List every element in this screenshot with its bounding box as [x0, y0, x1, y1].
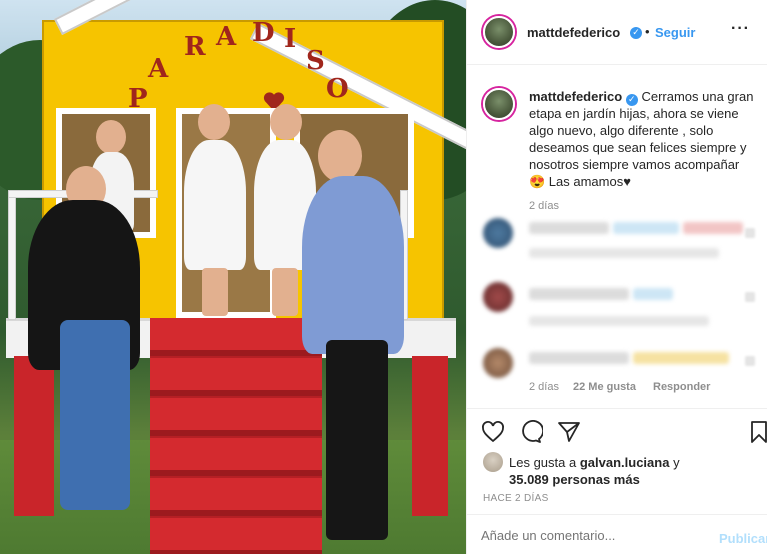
share-icon[interactable] — [557, 420, 581, 444]
comment-icon[interactable] — [519, 420, 543, 444]
post-photo[interactable]: P A R A D I S O — [0, 0, 466, 554]
comment-meta-blurred — [529, 316, 709, 326]
stair-step — [150, 518, 322, 554]
person-head — [318, 130, 362, 182]
child-figure — [184, 140, 246, 270]
stair-step — [150, 438, 322, 476]
sign-letter: A — [148, 54, 169, 84]
verified-badge-icon: ✓ — [630, 27, 642, 39]
comment-text-blurred — [529, 352, 629, 364]
man-figure — [302, 176, 404, 354]
stair-step — [150, 398, 322, 436]
sign-letter: S — [306, 46, 325, 76]
liker-username[interactable]: galvan.luciana — [580, 455, 670, 470]
caption-time: 2 días — [529, 200, 559, 212]
caption-avatar[interactable] — [483, 88, 515, 120]
person-head — [270, 104, 302, 140]
comment-avatar[interactable] — [483, 218, 513, 248]
verified-badge-icon: ✓ — [625, 94, 638, 106]
comment-likes[interactable]: 22 Me gusta — [573, 381, 636, 393]
comment-time: 2 días — [529, 381, 559, 393]
roof-trim-left — [53, 0, 285, 36]
bookmark-icon[interactable] — [747, 420, 767, 444]
comment-text-blurred — [633, 288, 673, 300]
caption-text: Cerramos una gran etapa en jardín hijas,… — [529, 89, 754, 189]
sign-letter: O — [326, 74, 349, 104]
porch-rail — [8, 190, 16, 320]
more-options-icon[interactable]: ··· — [731, 20, 750, 38]
comment-text-blurred — [633, 352, 729, 364]
comment-text-blurred — [683, 222, 743, 234]
stair-step — [150, 358, 322, 396]
post-side-panel: mattdefederico ✓ • Seguir ··· mattdefede… — [466, 0, 767, 554]
comment-like-icon[interactable] — [745, 292, 755, 302]
reply-link[interactable]: Responder — [653, 381, 710, 393]
comment-avatar[interactable] — [483, 348, 513, 378]
support-post — [14, 356, 54, 516]
sign-letter: R — [184, 32, 206, 62]
comment-meta-blurred — [529, 248, 719, 258]
comment-text-blurred — [529, 222, 609, 234]
person-head — [96, 120, 126, 154]
comment-like-icon[interactable] — [745, 228, 755, 238]
stairs — [150, 318, 322, 554]
child-legs — [272, 268, 298, 316]
likes-summary: Les gusta a galvan.luciana y — [509, 454, 759, 471]
stair-step — [150, 478, 322, 516]
liker-avatar[interactable] — [483, 452, 503, 472]
child-legs — [202, 268, 228, 316]
comment-box-divider — [467, 514, 767, 515]
woman-jeans — [60, 320, 130, 510]
heart-icon[interactable] — [481, 420, 505, 444]
actions-divider — [467, 408, 767, 409]
author-username[interactable]: mattdefederico — [527, 25, 620, 40]
likes-count-line: 35.089 personas más — [509, 471, 640, 488]
likes-connector: y — [673, 455, 680, 470]
comment-text-blurred — [613, 222, 679, 234]
caption-username[interactable]: mattdefederico — [529, 89, 622, 104]
comment-input[interactable] — [481, 528, 711, 543]
sign-letter: A — [216, 22, 237, 52]
header-divider — [467, 64, 767, 65]
comment-like-icon[interactable] — [745, 356, 755, 366]
separator-dot: • — [645, 24, 650, 39]
sign-letter: D — [252, 18, 275, 48]
sign-letter: I — [284, 24, 297, 54]
stair-step — [150, 318, 322, 356]
author-avatar[interactable] — [483, 16, 515, 48]
man-trousers — [326, 340, 388, 540]
publish-button[interactable]: Publicar — [719, 531, 767, 546]
person-head — [198, 104, 230, 140]
support-post — [412, 356, 448, 516]
likes-prefix: Les gusta a — [509, 455, 577, 470]
comment-avatar[interactable] — [483, 282, 513, 312]
follow-button[interactable]: Seguir — [655, 25, 695, 40]
caption: mattdefederico ✓ Cerramos una gran etapa… — [529, 88, 755, 190]
likes-count[interactable]: 35.089 personas más — [509, 472, 640, 487]
post-timestamp: HACE 2 DÍAS — [483, 493, 549, 504]
comment-text-blurred — [529, 288, 629, 300]
